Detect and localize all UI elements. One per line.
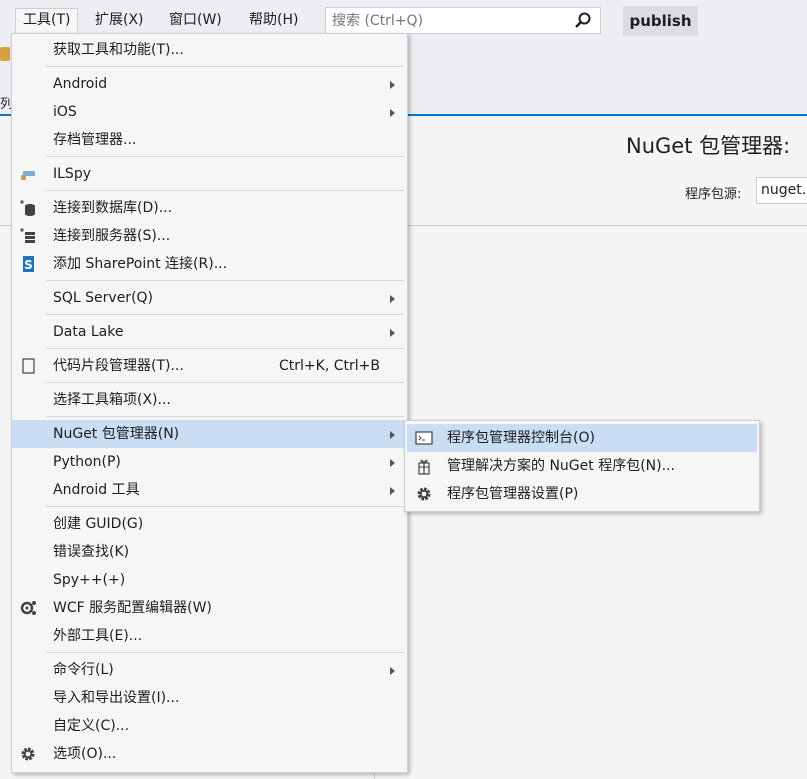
submenu-arrow-icon <box>390 487 395 495</box>
submenu-arrow-icon <box>390 81 395 89</box>
menu-separator <box>46 280 404 281</box>
menu-separator <box>46 348 404 349</box>
package-icon <box>418 459 430 475</box>
menu-item-android-tools[interactable]: Android 工具 <box>12 476 407 504</box>
menu-item-spy[interactable]: Spy++(+) <box>12 566 407 594</box>
submenu-item-package-settings[interactable]: 程序包管理器设置(P) <box>407 480 757 508</box>
menu-item-python[interactable]: Python(P) <box>12 448 407 476</box>
database-icon <box>20 200 35 216</box>
svg-text:S: S <box>24 258 33 272</box>
menu-item-create-guid[interactable]: 创建 GUID(G) <box>12 510 407 538</box>
snippet-icon <box>22 358 35 374</box>
tools-dropdown-menu: 获取工具和功能(T)... Android iOS 存档管理器... ILSpy… <box>11 33 408 773</box>
menu-separator <box>46 382 404 383</box>
menu-item-archive-manager[interactable]: 存档管理器... <box>12 126 407 154</box>
wcf-gear-icon <box>20 601 36 615</box>
menu-item-label: iOS <box>53 104 77 120</box>
menu-tools[interactable]: 工具(T) <box>15 8 79 34</box>
menu-item-toolbox-items[interactable]: 选择工具箱项(X)... <box>12 386 407 414</box>
menu-separator <box>46 156 404 157</box>
menu-item-options[interactable]: 选项(O)... <box>12 740 407 768</box>
menu-separator <box>46 652 404 653</box>
menu-separator <box>46 314 404 315</box>
search-icon[interactable] <box>573 11 593 31</box>
menu-help[interactable]: 帮助(H) <box>242 8 305 33</box>
submenu-arrow-icon <box>390 329 395 337</box>
menu-item-import-export[interactable]: 导入和导出设置(I)... <box>12 684 407 712</box>
search-box[interactable] <box>325 7 601 34</box>
publish-button[interactable]: publish <box>623 6 698 36</box>
menu-item-get-tools[interactable]: 获取工具和功能(T)... <box>12 36 407 64</box>
package-source-label: 程序包源: <box>685 187 742 202</box>
menu-item-label: 连接到服务器(S)... <box>53 228 171 244</box>
menu-item-connect-server[interactable]: 连接到服务器(S)... <box>12 222 407 250</box>
menu-item-label: SQL Server(Q) <box>53 290 154 306</box>
menu-item-label: 外部工具(E)... <box>53 628 143 644</box>
submenu-item-label: 管理解决方案的 NuGet 程序包(N)... <box>447 458 675 474</box>
menu-window[interactable]: 窗口(W) <box>162 8 229 33</box>
submenu-item-package-console[interactable]: 程序包管理器控制台(O) <box>407 424 757 452</box>
menu-item-label: WCF 服务配置编辑器(W) <box>53 600 212 616</box>
menu-item-android[interactable]: Android <box>12 70 407 98</box>
menu-item-label: 导入和导出设置(I)... <box>53 690 180 706</box>
menu-item-label: 选项(O)... <box>53 746 117 762</box>
menu-item-nuget[interactable]: NuGet 包管理器(N) <box>12 420 407 448</box>
menu-item-wcf-editor[interactable]: WCF 服务配置编辑器(W) <box>12 594 407 622</box>
menu-separator <box>46 506 404 507</box>
page-title: NuGet 包管理器: <box>626 134 791 158</box>
menu-item-label: 自定义(C)... <box>53 718 130 734</box>
menu-item-connect-database[interactable]: 连接到数据库(D)... <box>12 194 407 222</box>
menu-item-label: 存档管理器... <box>53 132 137 148</box>
submenu-arrow-icon <box>390 667 395 675</box>
menu-item-label: 命令行(L) <box>53 662 114 678</box>
submenu-arrow-icon <box>390 431 395 439</box>
menu-item-snippet-manager[interactable]: 代码片段管理器(T)... Ctrl+K, Ctrl+B <box>12 352 407 380</box>
nuget-submenu: 程序包管理器控制台(O) 管理解决方案的 NuGet 程序包(N)... 程序包… <box>404 420 760 512</box>
menu-separator <box>46 66 404 67</box>
server-icon <box>20 228 35 243</box>
menu-item-label: 代码片段管理器(T)... <box>53 358 184 374</box>
menu-item-command-line[interactable]: 命令行(L) <box>12 656 407 684</box>
menu-item-external-tools[interactable]: 外部工具(E)... <box>12 622 407 650</box>
search-input[interactable] <box>326 8 556 33</box>
menu-item-label: 错误查找(K) <box>53 544 130 560</box>
submenu-item-manage-packages[interactable]: 管理解决方案的 NuGet 程序包(N)... <box>407 452 757 480</box>
menu-item-data-lake[interactable]: Data Lake <box>12 318 407 346</box>
package-source-select[interactable]: nuget. <box>756 177 807 204</box>
menu-item-label: 获取工具和功能(T)... <box>53 42 184 58</box>
submenu-item-label: 程序包管理器设置(P) <box>447 486 579 502</box>
menu-item-sql-server[interactable]: SQL Server(Q) <box>12 284 407 312</box>
menu-item-label: Python(P) <box>53 454 121 470</box>
menu-item-shortcut: Ctrl+K, Ctrl+B <box>279 358 380 374</box>
submenu-arrow-icon <box>390 295 395 303</box>
menu-item-label: NuGet 包管理器(N) <box>53 426 180 442</box>
sharepoint-icon: S <box>23 256 34 272</box>
menu-item-ios[interactable]: iOS <box>12 98 407 126</box>
submenu-arrow-icon <box>390 109 395 117</box>
menu-item-error-lookup[interactable]: 错误查找(K) <box>12 538 407 566</box>
menu-item-label: 连接到数据库(D)... <box>53 200 173 216</box>
menu-item-customize[interactable]: 自定义(C)... <box>12 712 407 740</box>
menu-separator <box>46 416 404 417</box>
gear-icon <box>21 747 35 761</box>
menu-item-label: 创建 GUID(G) <box>53 516 144 532</box>
menu-item-label: Android <box>53 76 108 92</box>
menu-item-label: Spy++(+) <box>53 572 126 588</box>
menu-item-label: 选择工具箱项(X)... <box>53 392 171 408</box>
ilspy-icon <box>21 171 35 180</box>
menu-item-ilspy[interactable]: ILSpy <box>12 160 407 188</box>
submenu-arrow-icon <box>390 459 395 467</box>
menu-extensions[interactable]: 扩展(X) <box>88 8 151 33</box>
toolbar-icon <box>0 47 10 61</box>
submenu-item-label: 程序包管理器控制台(O) <box>447 430 595 446</box>
menu-item-label: Data Lake <box>53 324 124 340</box>
console-icon <box>415 431 433 445</box>
menu-item-sharepoint[interactable]: S 添加 SharePoint 连接(R)... <box>12 250 407 278</box>
menu-item-label: Android 工具 <box>53 482 140 498</box>
menu-item-label: 添加 SharePoint 连接(R)... <box>53 256 228 272</box>
menu-item-label: ILSpy <box>53 166 91 182</box>
gear-icon <box>417 487 431 501</box>
menu-separator <box>46 190 404 191</box>
